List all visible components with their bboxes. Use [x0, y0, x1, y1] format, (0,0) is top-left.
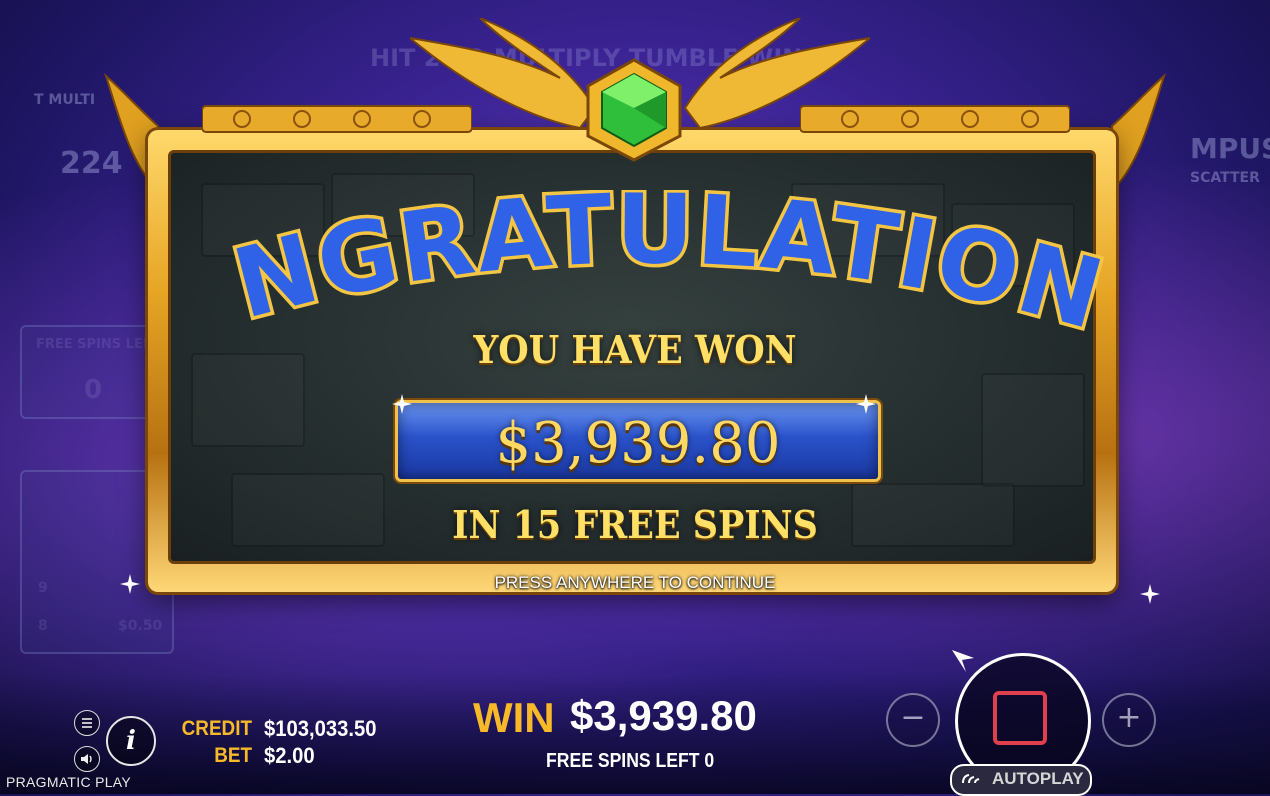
bg-right-logo: MPUS	[1190, 132, 1270, 165]
sparkle-icon	[856, 394, 876, 414]
win-value: $3,939.80	[570, 692, 757, 739]
sound-button[interactable]	[74, 746, 100, 772]
green-gem-icon	[582, 58, 686, 162]
you-have-won-text: YOU HAVE WON	[473, 327, 797, 372]
sparkle-icon	[392, 394, 412, 414]
press-to-continue-text[interactable]: PRESS ANYWHERE TO CONTINUE	[0, 573, 1270, 593]
sparkle-icon	[120, 574, 140, 594]
bg-pay-value-2: $0.50	[118, 618, 163, 634]
free-spins-count-text: IN 15 FREE SPINS	[452, 502, 818, 547]
turbo-arrow-icon	[952, 650, 974, 672]
bg-free-spins-value: 0	[84, 375, 103, 405]
popup-win-amount: $3,939.80	[495, 411, 781, 476]
minus-icon: −	[900, 700, 926, 735]
congratulations-title: CONGRATULATIONS!	[0, 190, 1117, 340]
bg-multiplier-label: T MULTI	[34, 92, 96, 108]
increase-bet-button[interactable]: +	[1102, 693, 1156, 747]
credit-value: $103,033.50	[264, 716, 377, 741]
sparkle-icon	[1140, 584, 1160, 604]
brand-logo: PRAGMATIC PLAY	[6, 774, 132, 790]
menu-button[interactable]	[74, 710, 100, 736]
bg-right-subtext: SCATTER	[1190, 170, 1260, 186]
svg-text:CONGRATULATIONS!: CONGRATULATIONS!	[0, 190, 1116, 340]
win-label: WIN	[473, 694, 555, 741]
speaker-icon	[81, 754, 92, 764]
congratulations-text: CONGRATULATIONS!	[0, 190, 1117, 340]
decrease-bet-button[interactable]: −	[886, 693, 940, 747]
info-icon: i	[126, 726, 136, 756]
win-amount-bar: $3,939.80	[395, 400, 881, 482]
autoplay-button[interactable]: AUTOPLAY	[950, 764, 1092, 796]
bet-value: $2.00	[264, 743, 315, 768]
plus-icon: +	[1116, 700, 1142, 735]
info-button[interactable]: i	[106, 716, 156, 766]
bg-pay-count-2: 8	[38, 618, 48, 634]
credit-label: CREDIT	[181, 717, 252, 740]
autoplay-label: AUTOPLAY	[992, 769, 1084, 788]
autoplay-icon	[962, 774, 980, 784]
bet-label: BET	[214, 744, 252, 767]
right-horn-ornament	[1110, 72, 1167, 190]
menu-icon	[82, 718, 92, 728]
free-spins-left: FREE SPINS LEFT 0	[546, 750, 715, 772]
stop-icon	[993, 691, 1047, 745]
